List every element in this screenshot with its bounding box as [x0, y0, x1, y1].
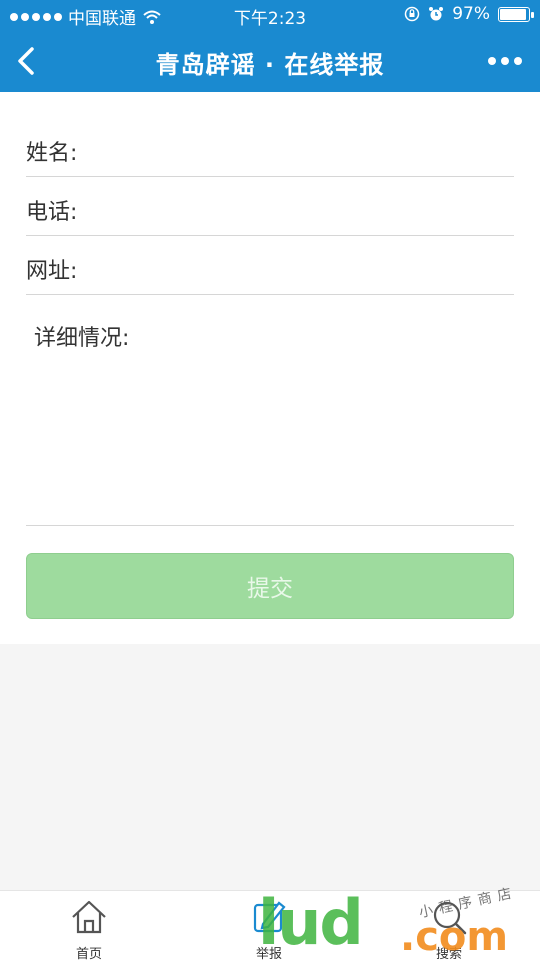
report-icon: [253, 901, 286, 933]
phone-row: 电话:: [26, 177, 514, 236]
tab-search[interactable]: 搜索: [389, 891, 509, 960]
phone-label: 电话:: [26, 200, 78, 225]
tab-report-label: 举报: [255, 947, 282, 960]
tab-bar: 首页 举报 搜索: [0, 890, 540, 960]
name-label: 姓名:: [26, 141, 78, 166]
status-bar: 中国联通 下午2:23 97%: [0, 0, 540, 30]
name-row: 姓名:: [26, 122, 514, 177]
more-icon[interactable]: [488, 57, 522, 65]
submit-button[interactable]: 提交: [26, 553, 514, 619]
tab-home[interactable]: 首页: [29, 891, 149, 960]
details-row: 详细情况:: [26, 295, 514, 526]
tab-search-label: 搜索: [435, 947, 462, 960]
url-field[interactable]: [96, 250, 506, 284]
battery-percent: 97%: [452, 4, 490, 24]
nav-bar: 青岛辟谣 · 在线举报: [0, 30, 540, 92]
tab-report[interactable]: 举报: [209, 891, 329, 960]
url-row: 网址:: [26, 236, 514, 295]
battery-icon: [498, 6, 534, 22]
home-icon: [72, 900, 106, 934]
url-label: 网址:: [26, 259, 78, 284]
page-title: 青岛辟谣 · 在线举报: [155, 51, 385, 79]
rotation-lock-icon: [404, 6, 420, 22]
details-field[interactable]: [34, 357, 512, 517]
name-field[interactable]: [96, 132, 506, 166]
alarm-icon: [429, 7, 444, 21]
status-right: 97%: [404, 4, 534, 24]
report-form: 姓名: 电话: 网址: 详细情况: 提交: [0, 92, 540, 644]
details-label: 详细情况:: [34, 326, 130, 351]
tab-home-label: 首页: [75, 947, 102, 960]
search-icon: [433, 901, 467, 935]
phone-field[interactable]: [96, 191, 506, 225]
